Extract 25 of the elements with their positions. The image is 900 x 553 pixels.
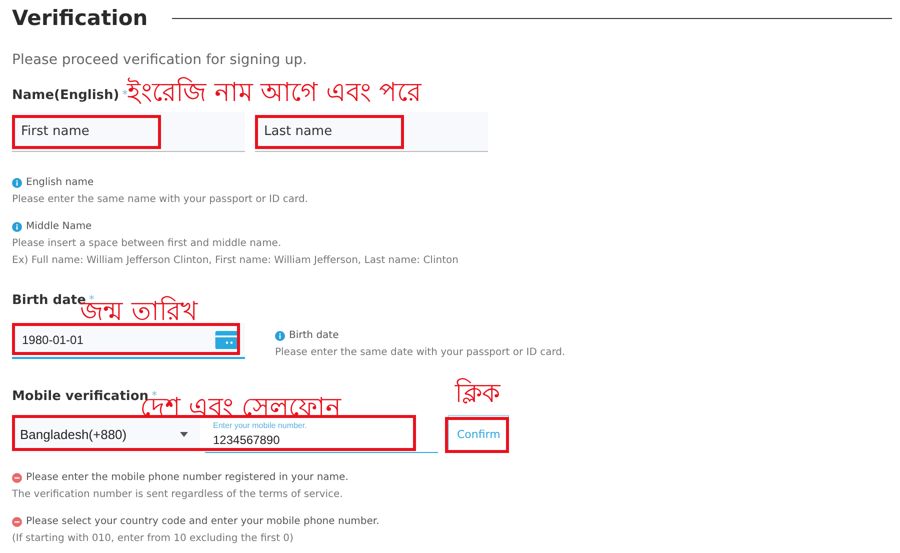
note-title: Please enter the mobile phone number registered in your name. [26, 471, 348, 485]
note-title: Please select your country code and enter your mobile phone number. [26, 515, 380, 529]
field-label: Name(English) [12, 88, 120, 103]
note-title: Birth date [289, 329, 339, 343]
intro-text: Please proceed verification for signing up. [12, 52, 308, 68]
note-text: Please enter the same date with your passport or ID card. [275, 346, 566, 360]
note-text: Ex) Full name: William Jefferson Clinton, First name: William Jefferson, Last name: Clinton [12, 254, 460, 268]
date-field[interactable]: 1980-01-01 [12, 323, 245, 359]
phone-field[interactable]: Enter your mobile number. 1234567890 [205, 415, 438, 453]
info-icon [12, 222, 22, 232]
note-title: Middle Name [26, 220, 92, 234]
warning-icon [12, 516, 22, 526]
calendar-icon[interactable] [215, 331, 239, 349]
caret-icon [180, 432, 188, 436]
info-icon [275, 330, 285, 340]
page-title: Verification [12, 6, 148, 30]
note-text: (If starting with 010, enter from 10 excluding the first 0) [12, 532, 294, 546]
info-icon [12, 178, 22, 188]
required-mark: * [122, 88, 128, 101]
note-text: Please insert a space between first and middle name. [12, 237, 282, 251]
note-text: Please enter the same name with your passport or ID card. [12, 193, 309, 207]
note-text: The verification number is sent regardless of the terms of service. [12, 488, 344, 502]
field-label: Birth date [12, 293, 86, 308]
warning-icon [12, 472, 22, 482]
note-title: English name [26, 176, 94, 190]
